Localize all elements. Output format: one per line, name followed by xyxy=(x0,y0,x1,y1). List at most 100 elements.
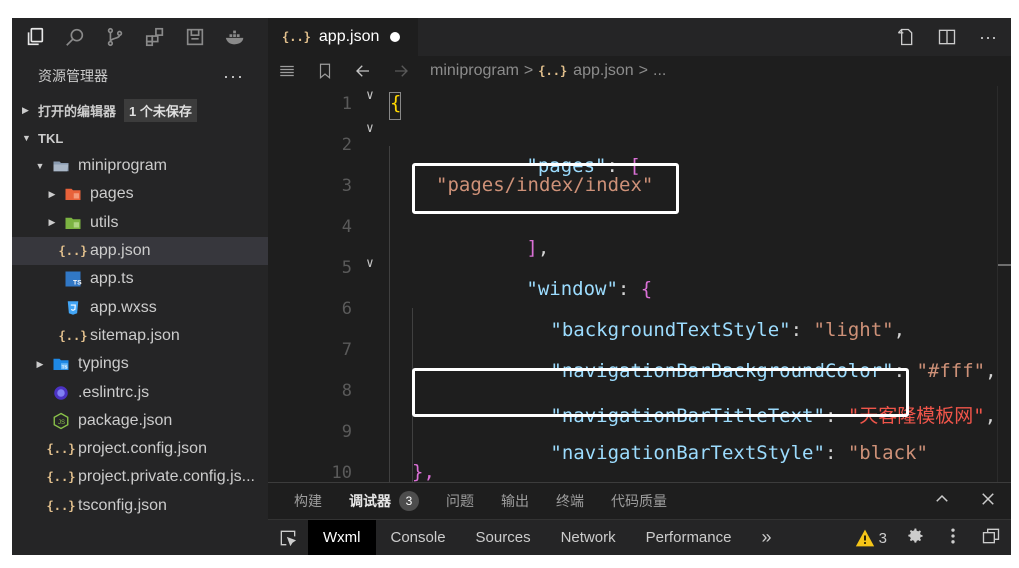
tree-item-miniprogram[interactable]: ▼ miniprogram xyxy=(12,152,268,180)
chevron-down-icon[interactable]: ∨ xyxy=(366,88,374,103)
tree-item-app-wxss[interactable]: app.wxss xyxy=(12,293,268,321)
activity-bar xyxy=(12,18,268,56)
debugger-count-badge: 3 xyxy=(399,491,419,511)
explorer-header: 资源管理器 ··· xyxy=(12,56,268,96)
search-icon[interactable] xyxy=(62,24,88,50)
chevron-right-icon: ▶ xyxy=(22,104,29,115)
tab-label: app.json xyxy=(318,28,380,45)
tab-build[interactable]: 构建 xyxy=(294,491,322,511)
tree-item-package-json[interactable]: JS package.json xyxy=(12,407,268,435)
line-number: 5 xyxy=(341,258,352,278)
chevron-down-icon[interactable]: ∨ xyxy=(366,256,374,271)
explorer-icon[interactable] xyxy=(22,24,48,50)
warning-indicator[interactable]: 3 xyxy=(855,528,887,548)
unsaved-dot-icon[interactable] xyxy=(390,32,400,42)
css-icon xyxy=(64,299,82,317)
json-icon: {..} xyxy=(58,244,88,259)
tree-item-typings[interactable]: ▶ TS typings xyxy=(12,350,268,378)
dock-side-icon[interactable] xyxy=(981,526,1001,550)
more-actions-icon[interactable]: ··· xyxy=(223,66,244,87)
tree-item-sitemap-json[interactable]: {..} sitemap.json xyxy=(12,322,268,350)
line-number: 10 xyxy=(331,463,352,483)
chevron-down-icon[interactable]: ∨ xyxy=(366,121,374,136)
breadcrumb-file[interactable]: app.json xyxy=(573,62,634,80)
line-number: 4 xyxy=(341,217,352,237)
explorer-sidebar: 资源管理器 ··· ▶ 打开的编辑器 1 个未保存 ▼ TKL ▼ minipr… xyxy=(12,56,268,555)
tree-item-label: project.config.json xyxy=(78,440,207,458)
more-actions-icon[interactable]: ··· xyxy=(979,27,997,48)
code-editor[interactable]: 1 ∨ { 2 ∨ "pages": [ 3 "pages/index/inde… xyxy=(268,86,1011,488)
tree-item-app-ts[interactable]: TS app.ts xyxy=(12,265,268,293)
back-arrow-icon[interactable] xyxy=(354,61,374,81)
chevron-down-icon: ▼ xyxy=(22,133,31,143)
json-icon: {..} xyxy=(538,64,568,78)
open-changes-icon[interactable] xyxy=(895,27,915,47)
highlight-box-title xyxy=(412,368,909,417)
extensions-icon[interactable] xyxy=(142,24,168,50)
tree-item-label: miniprogram xyxy=(78,157,167,175)
json-icon: {..} xyxy=(58,328,88,343)
tab-output[interactable]: 输出 xyxy=(501,491,529,511)
outline-list-icon[interactable] xyxy=(278,61,298,81)
panel-actions xyxy=(933,483,997,519)
devtools-tab-sources[interactable]: Sources xyxy=(461,520,546,556)
tree-item-tsconfig[interactable]: {..} tsconfig.json xyxy=(12,492,268,520)
tree-item-label: app.ts xyxy=(90,270,134,288)
breadcrumb-separator: > xyxy=(523,62,534,79)
forward-arrow-icon[interactable] xyxy=(392,61,412,81)
tree-item-label: project.private.config.js... xyxy=(78,468,255,486)
devtools-tab-wxml[interactable]: Wxml xyxy=(308,519,376,555)
editor-scrollbar[interactable] xyxy=(997,86,1011,488)
ts-icon: TS xyxy=(64,270,82,288)
editor-actions: ··· xyxy=(895,18,997,56)
workspace-root-section[interactable]: ▼ TKL xyxy=(12,124,268,152)
tab-code-quality[interactable]: 代码质量 xyxy=(611,491,667,511)
more-vertical-icon[interactable] xyxy=(943,526,963,550)
json-icon: {..} xyxy=(46,498,76,513)
line-number: 9 xyxy=(341,422,352,442)
settings-gear-icon[interactable] xyxy=(905,526,925,550)
json-icon: {..} xyxy=(282,30,311,44)
breadcrumb-symbol[interactable]: ... xyxy=(653,62,666,80)
code-line: 1 ∨ { xyxy=(268,86,1011,127)
line-number: 7 xyxy=(341,340,352,360)
tab-bar: {..} app.json ··· xyxy=(268,18,1011,56)
tree-item-project-config[interactable]: {..} project.config.json xyxy=(12,435,268,463)
chevron-up-icon[interactable] xyxy=(933,490,951,513)
devtools-tab-network[interactable]: Network xyxy=(546,520,631,556)
npm-icon: JS xyxy=(52,412,70,430)
inspect-element-icon[interactable] xyxy=(268,528,308,548)
tree-item-project-private-config[interactable]: {..} project.private.config.js... xyxy=(12,463,268,491)
folder-typings-icon: TS xyxy=(52,355,70,373)
devtools-window: 资源管理器 ··· ▶ 打开的编辑器 1 个未保存 ▼ TKL ▼ minipr… xyxy=(12,18,1011,555)
devtools-tab-performance[interactable]: Performance xyxy=(631,520,747,556)
tree-item-eslintrc[interactable]: .eslintrc.js xyxy=(12,378,268,406)
open-editors-section[interactable]: ▶ 打开的编辑器 1 个未保存 xyxy=(12,96,268,124)
split-editor-icon[interactable] xyxy=(937,27,957,47)
tab-debugger[interactable]: 调试器 3 xyxy=(349,491,419,511)
tree-item-utils[interactable]: ▶ utils xyxy=(12,209,268,237)
svg-text:JS: JS xyxy=(58,420,65,426)
tree-item-pages[interactable]: ▶ pages xyxy=(12,180,268,208)
tree-item-label: typings xyxy=(78,355,129,373)
line-number: 3 xyxy=(341,176,352,196)
tab-terminal[interactable]: 终端 xyxy=(556,491,584,511)
breadcrumb-folder[interactable]: miniprogram xyxy=(430,62,519,80)
line-number: 8 xyxy=(341,381,352,401)
storage-icon[interactable] xyxy=(182,24,208,50)
tab-app-json[interactable]: {..} app.json xyxy=(268,18,418,56)
bookmark-icon[interactable] xyxy=(316,61,336,81)
tab-problems[interactable]: 问题 xyxy=(446,491,474,511)
more-tabs-icon[interactable]: » xyxy=(746,520,786,556)
breadcrumb-separator: > xyxy=(638,62,649,79)
code-line: 6 "backgroundTextStyle": "light", xyxy=(268,291,1011,341)
panel-tabs: 构建 调试器 3 问题 输出 终端 代码质量 xyxy=(268,483,1011,519)
close-icon[interactable] xyxy=(979,490,997,513)
json-icon: {..} xyxy=(46,442,76,457)
folder-utils-icon xyxy=(64,214,82,232)
tree-item-app-json[interactable]: {..} app.json xyxy=(12,236,268,266)
source-control-icon[interactable] xyxy=(102,24,128,50)
code-line: 9 "navigationBarTextStyle": "black" xyxy=(268,414,1011,464)
devtools-tab-console[interactable]: Console xyxy=(376,520,461,556)
docker-icon[interactable] xyxy=(222,24,248,50)
